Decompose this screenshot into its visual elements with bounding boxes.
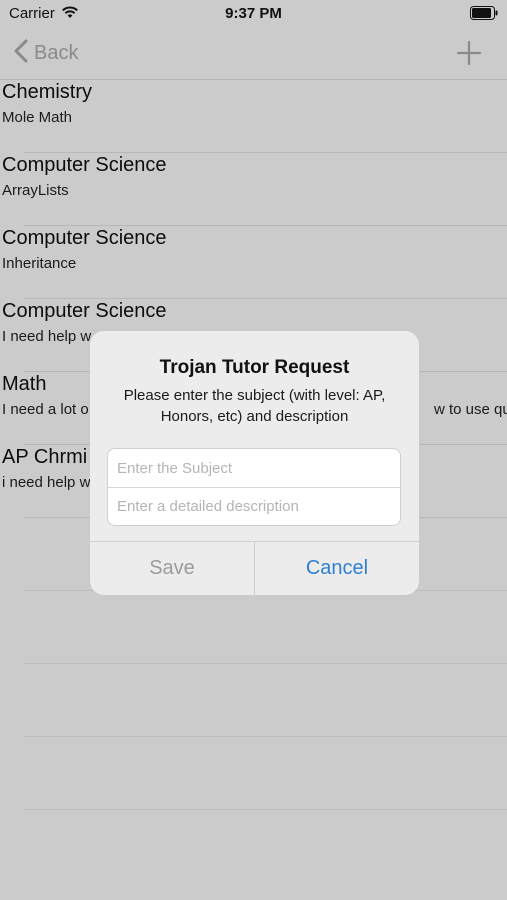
list-item[interactable]: Computer Science ArrayLists bbox=[0, 153, 507, 226]
item-title: Computer Science bbox=[2, 154, 167, 176]
item-title: Chemistry bbox=[2, 81, 93, 103]
empty-row bbox=[0, 591, 507, 664]
back-label: Back bbox=[34, 41, 79, 64]
tutor-request-dialog: Trojan Tutor Request Please enter the su… bbox=[90, 331, 419, 595]
list-item[interactable]: Chemistry Mole Math bbox=[0, 80, 507, 153]
item-subtitle: Inheritance bbox=[2, 255, 77, 272]
clock-time: 9:37 PM bbox=[225, 5, 282, 22]
item-title: Computer Science bbox=[2, 227, 167, 249]
cancel-button[interactable]: Cancel bbox=[255, 542, 419, 595]
battery-icon bbox=[470, 6, 498, 25]
subject-input[interactable] bbox=[108, 449, 400, 487]
item-subtitle: ArrayLists bbox=[2, 182, 69, 199]
item-subtitle-overflow: w to use qua bbox=[434, 401, 507, 418]
save-button[interactable]: Save bbox=[90, 542, 255, 595]
item-title: Math bbox=[2, 373, 47, 395]
dialog-actions: Save Cancel bbox=[90, 541, 419, 595]
status-bar: Carrier 9:37 PM bbox=[0, 0, 507, 28]
plus-icon bbox=[456, 40, 482, 70]
dialog-message: Please enter the subject (with level: AP… bbox=[123, 387, 386, 425]
item-subtitle: i need help w bbox=[2, 474, 91, 491]
item-title: Computer Science bbox=[2, 300, 167, 322]
dialog-field-group bbox=[107, 448, 401, 526]
back-button[interactable]: Back bbox=[14, 38, 78, 68]
item-subtitle: I need a lot o bbox=[2, 401, 89, 418]
chevron-left-icon bbox=[14, 39, 28, 68]
add-button[interactable] bbox=[456, 40, 482, 66]
list-item[interactable]: Computer Science Inheritance bbox=[0, 226, 507, 299]
empty-row bbox=[0, 664, 507, 737]
item-title: AP Chrmi bbox=[2, 446, 88, 468]
item-subtitle: Mole Math bbox=[2, 109, 73, 126]
dialog-title: Trojan Tutor Request bbox=[159, 357, 350, 378]
navigation-bar: Back bbox=[0, 28, 507, 80]
item-subtitle: I need help w bbox=[2, 328, 92, 345]
empty-row bbox=[0, 737, 507, 810]
description-input[interactable] bbox=[108, 487, 400, 525]
